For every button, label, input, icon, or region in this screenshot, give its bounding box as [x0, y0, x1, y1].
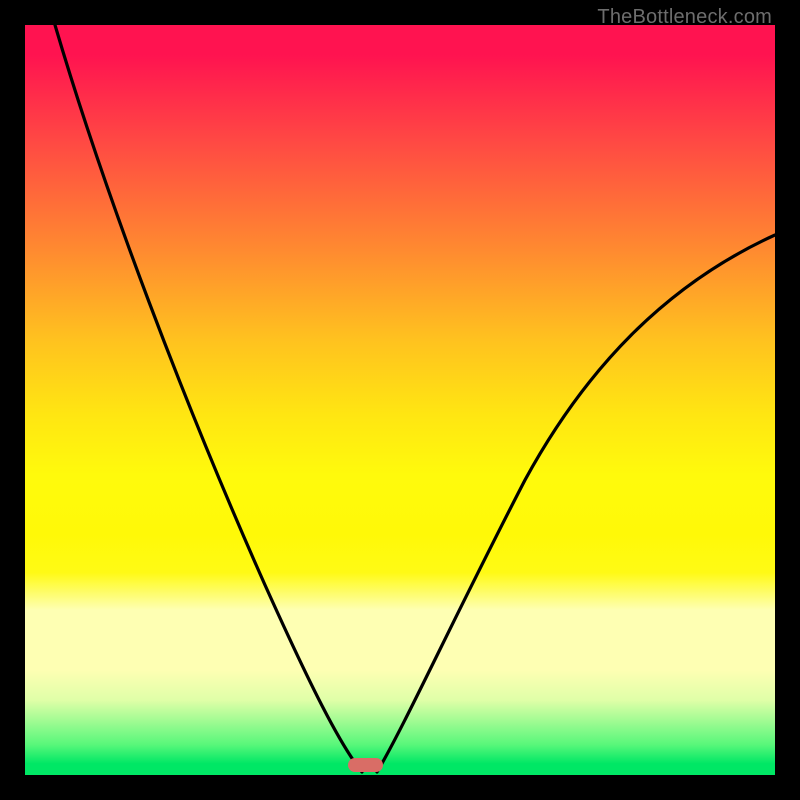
dip-marker: [348, 758, 383, 772]
chart-frame: TheBottleneck.com: [0, 0, 800, 800]
watermark-text: TheBottleneck.com: [597, 6, 772, 29]
curve-right: [377, 235, 775, 772]
curve-left: [55, 25, 362, 772]
curves-layer: [25, 25, 775, 775]
